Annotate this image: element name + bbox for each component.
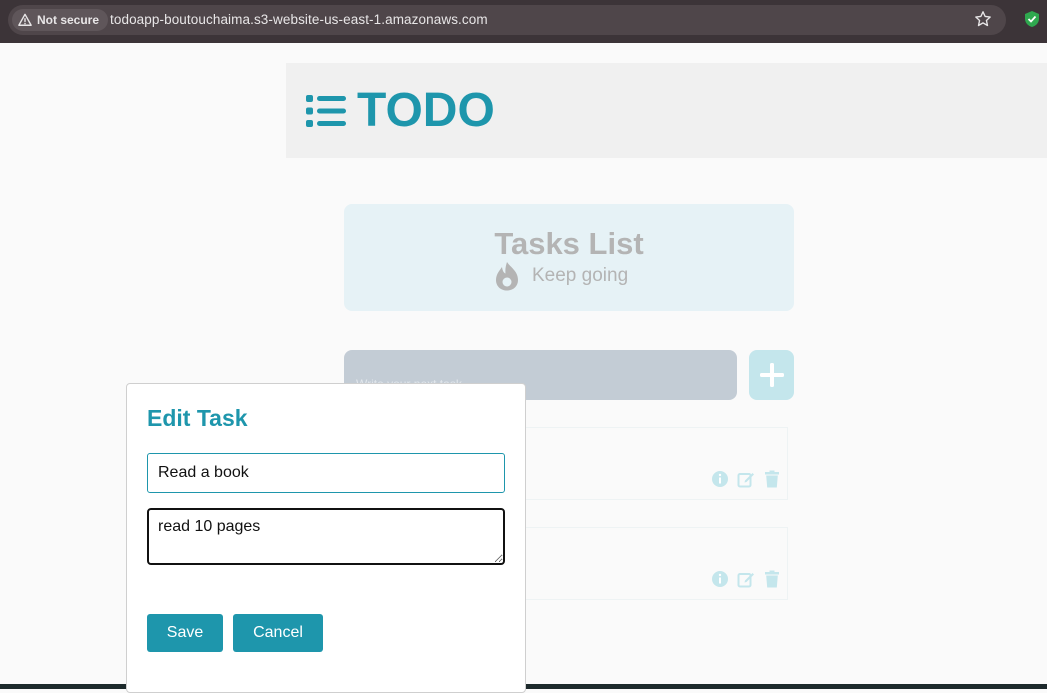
browser-toolbar: Not secure todoapp-boutouchaima.s3-websi… [0, 0, 1047, 43]
address-bar[interactable]: Not secure todoapp-boutouchaima.s3-websi… [8, 5, 1006, 35]
save-button[interactable]: Save [147, 614, 223, 652]
edit-icon[interactable] [737, 470, 755, 488]
task-title-field[interactable] [147, 453, 505, 493]
trash-icon[interactable] [763, 570, 781, 588]
info-icon[interactable] [711, 570, 729, 588]
bookmark-star-icon[interactable] [974, 10, 992, 28]
app-title: TODO [357, 84, 495, 137]
tasks-list-subtitle: Keep going [532, 265, 629, 286]
app-header: TODO [286, 63, 1047, 158]
task-item[interactable] [520, 527, 788, 600]
tasks-list-card: Tasks List Keep going [344, 204, 794, 311]
security-label: Not secure [37, 13, 100, 27]
security-chip[interactable]: Not secure [12, 9, 108, 31]
edit-icon[interactable] [737, 570, 755, 588]
task-description-field[interactable]: read 10 pages [147, 508, 505, 565]
tasks-list-title: Tasks List [494, 226, 644, 261]
task-item[interactable] [520, 427, 788, 500]
trash-icon[interactable] [763, 470, 781, 488]
extension-shield-icon[interactable] [1024, 10, 1040, 28]
warning-icon [18, 13, 32, 26]
list-icon [306, 95, 346, 127]
info-icon[interactable] [711, 470, 729, 488]
edit-task-modal: Edit Task read 10 pages Save Cancel [126, 383, 526, 693]
plus-icon [759, 363, 784, 387]
url-text[interactable]: todoapp-boutouchaima.s3-website-us-east-… [110, 12, 488, 27]
modal-title: Edit Task [147, 405, 248, 431]
task-actions [711, 570, 781, 588]
fire-icon [496, 262, 518, 291]
task-actions [711, 470, 781, 488]
add-task-button[interactable] [749, 350, 794, 400]
cancel-button[interactable]: Cancel [233, 614, 323, 652]
